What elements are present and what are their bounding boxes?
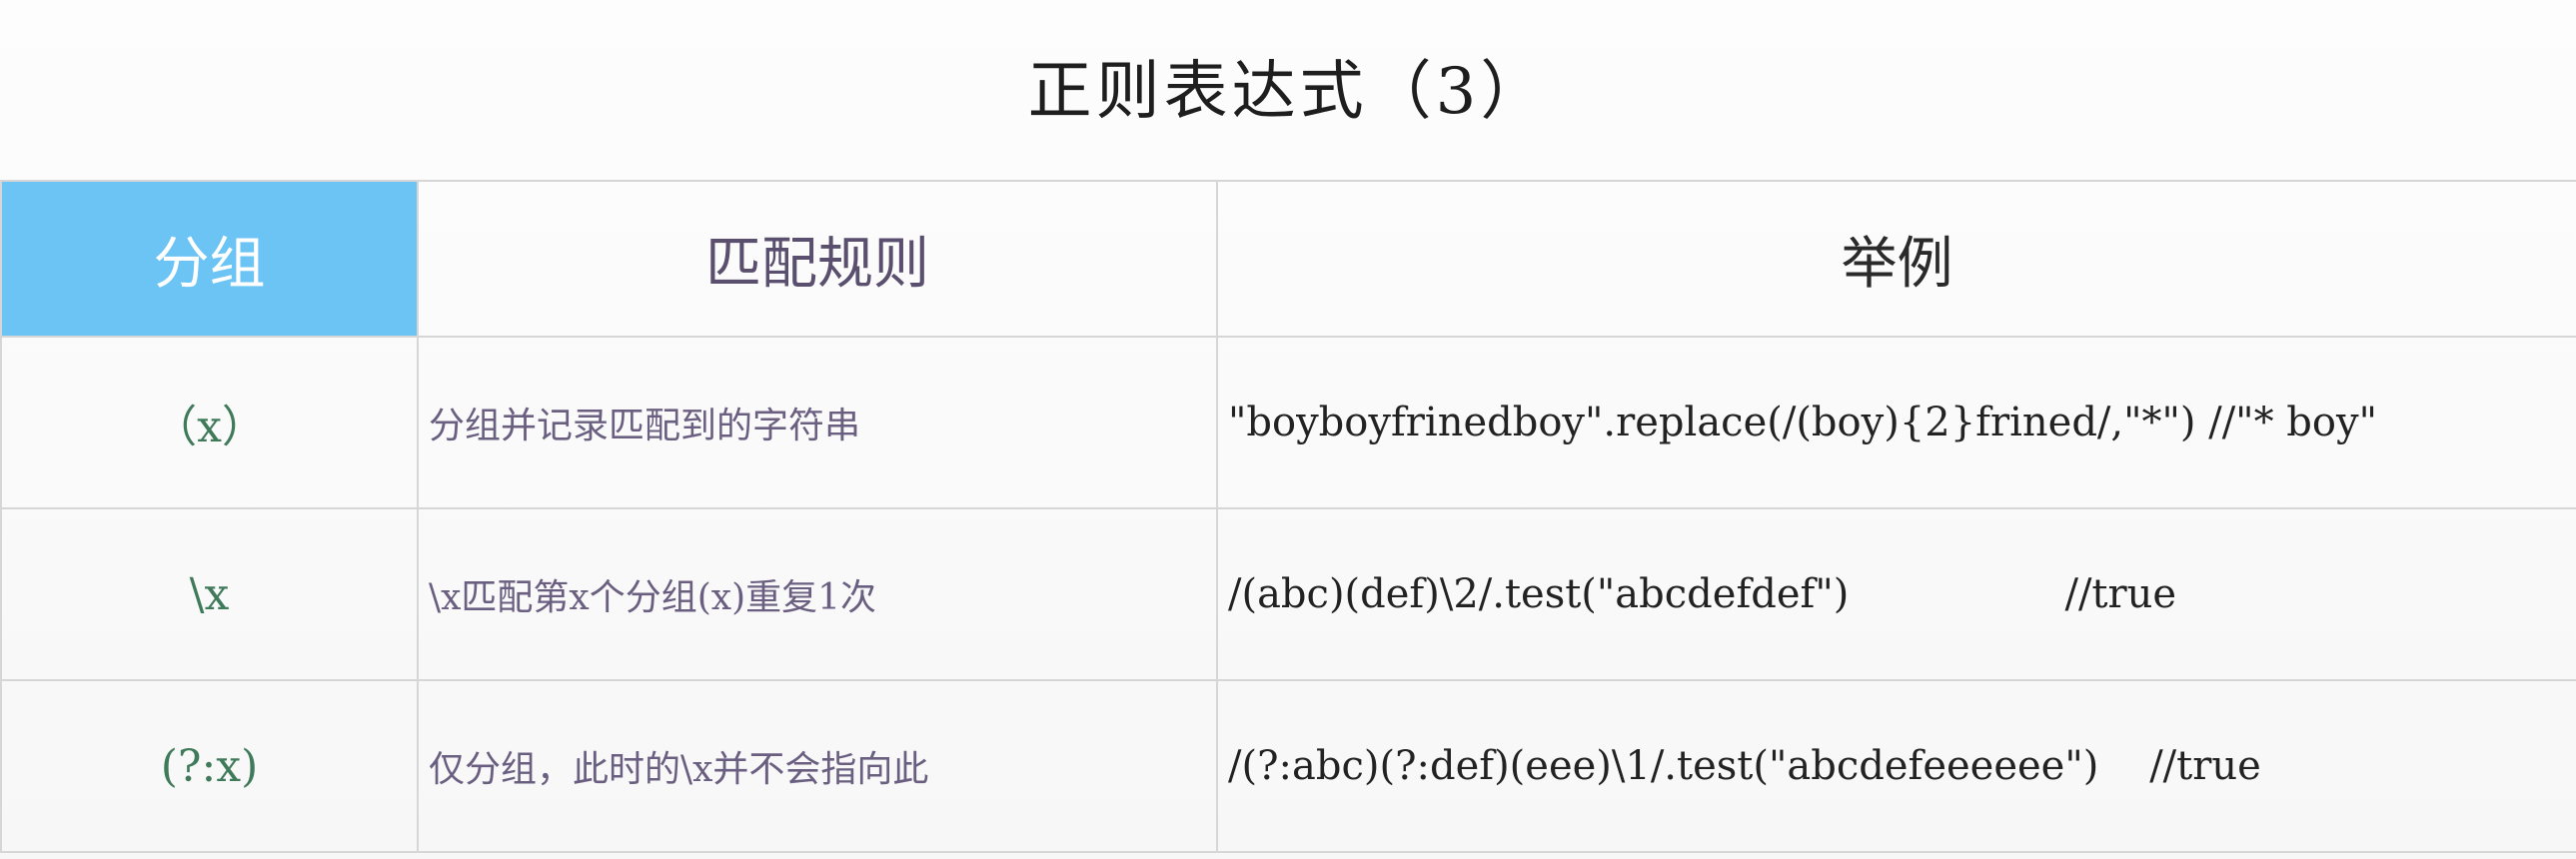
rule-cell: \x匹配第x个分组(x)重复1次 bbox=[417, 507, 1218, 681]
group-cell: \x bbox=[0, 507, 419, 681]
example-cell: "boyboyfrinedboy".replace(/(boy){2}frine… bbox=[1216, 336, 2576, 509]
table-row: \x \x匹配第x个分组(x)重复1次 /(abc)(def)\2/.test(… bbox=[0, 507, 2576, 681]
header-rule: 匹配规则 bbox=[417, 180, 1218, 338]
table-row: （x） 分组并记录匹配到的字符串 "boyboyfrinedboy".repla… bbox=[0, 336, 2576, 509]
slide-title: 正则表达式（3） bbox=[1027, 55, 1549, 129]
example-cell: /(?:abc)(?:def)(eee)\1/.test("abcdefeeee… bbox=[1216, 679, 2576, 853]
header-example: 举例 bbox=[1216, 180, 2576, 338]
slide: 正则表达式（3） 分组 匹配规则 举例 （x） 分组并记录匹配到的字符串 "bo… bbox=[0, 0, 2576, 859]
group-cell: （x） bbox=[0, 336, 419, 509]
example-cell: /(abc)(def)\2/.test("abcdefdef") //true bbox=[1216, 507, 2576, 681]
header-group: 分组 bbox=[0, 180, 419, 338]
group-cell: (?:x) bbox=[0, 679, 419, 853]
table-row: (?:x) 仅分组，此时的\x并不会指向此 /(?:abc)(?:def)(ee… bbox=[0, 679, 2576, 853]
rule-cell: 仅分组，此时的\x并不会指向此 bbox=[417, 679, 1218, 853]
rule-cell: 分组并记录匹配到的字符串 bbox=[417, 336, 1218, 509]
table-header-row: 分组 匹配规则 举例 bbox=[0, 180, 2576, 338]
regex-group-table: 分组 匹配规则 举例 （x） 分组并记录匹配到的字符串 "boyboyfrine… bbox=[0, 180, 2576, 853]
